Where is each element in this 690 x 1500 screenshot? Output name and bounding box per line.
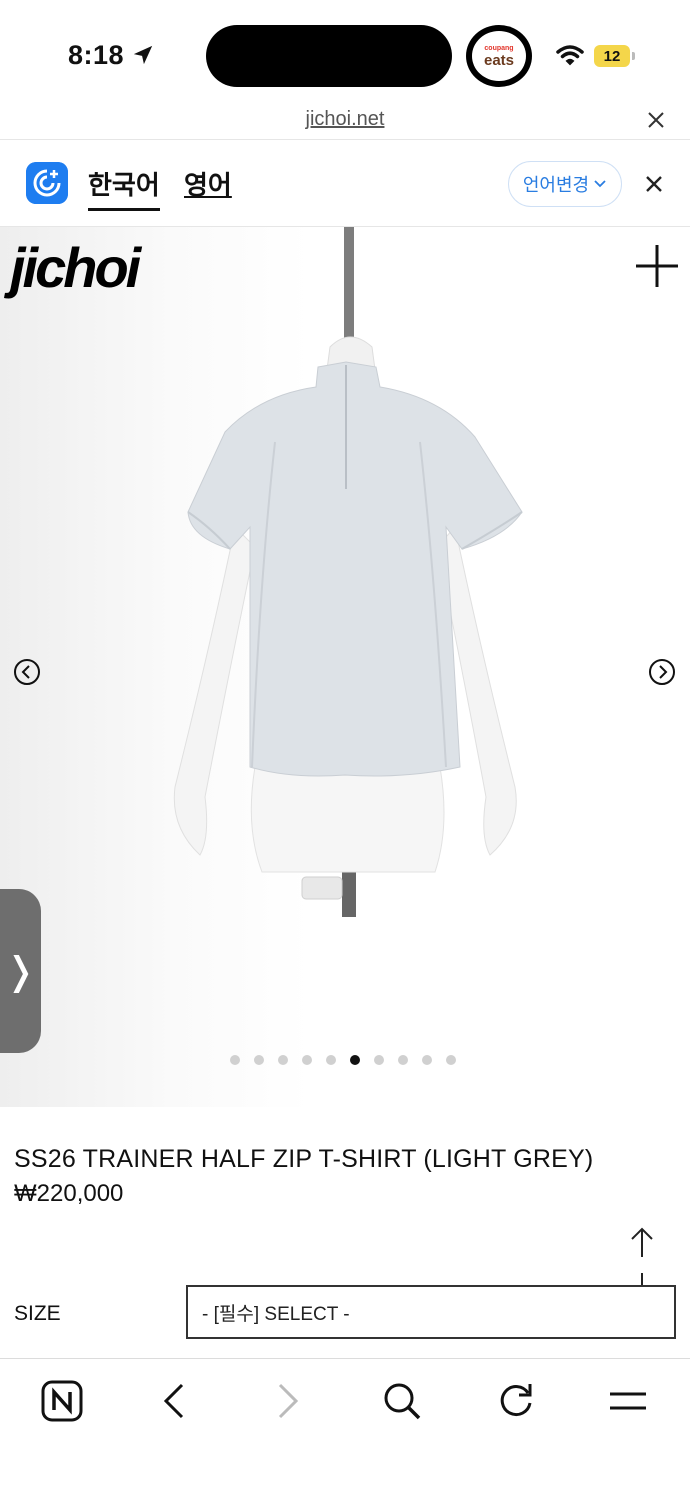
carousel-dot[interactable] xyxy=(374,1055,384,1065)
size-select-value: - [필수] SELECT - xyxy=(202,1303,350,1325)
close-icon[interactable] xyxy=(645,175,663,193)
carousel-dot[interactable] xyxy=(302,1055,312,1065)
carousel-dot[interactable] xyxy=(278,1055,288,1065)
size-label: SIZE xyxy=(14,1302,61,1325)
menu-icon[interactable] xyxy=(606,1379,650,1423)
tab-korean[interactable]: 한국어 xyxy=(88,165,160,211)
plus-icon[interactable] xyxy=(634,243,680,289)
change-language-button[interactable]: 언어변경 xyxy=(508,161,622,207)
product-gallery[interactable]: jichoi ❭ xyxy=(0,227,690,1107)
wifi-icon xyxy=(556,45,584,66)
product-name: SS26 TRAINER HALF ZIP T-SHIRT (LIGHT GRE… xyxy=(14,1145,594,1173)
carousel-dot[interactable] xyxy=(350,1055,360,1065)
size-select[interactable]: - [필수] SELECT - xyxy=(186,1285,676,1339)
battery-indicator: 12 xyxy=(594,45,630,67)
url-bar[interactable]: jichoi.net xyxy=(0,100,690,140)
side-panel-tab[interactable]: ❭ xyxy=(0,889,41,1053)
status-time: 8:18 xyxy=(68,40,125,70)
change-language-label: 언어변경 xyxy=(522,175,590,195)
coupang-eats-badge[interactable]: coupang eats xyxy=(466,25,532,87)
naver-home-icon[interactable] xyxy=(40,1379,84,1423)
back-icon[interactable] xyxy=(152,1379,196,1423)
carousel-dot[interactable] xyxy=(422,1055,432,1065)
status-bar: 8:18 coupang eats 12 xyxy=(0,0,690,108)
carousel-dots[interactable] xyxy=(230,1055,456,1067)
chevron-right-icon: ❭ xyxy=(4,950,37,993)
carousel-dot[interactable] xyxy=(398,1055,408,1065)
carousel-dot[interactable] xyxy=(254,1055,264,1065)
location-arrow-icon xyxy=(133,45,153,65)
eats-big-text: eats xyxy=(483,51,515,69)
reload-icon[interactable] xyxy=(494,1379,538,1423)
chevron-right-circle-icon[interactable] xyxy=(648,658,676,686)
close-icon[interactable] xyxy=(646,110,666,130)
translate-logo-icon xyxy=(26,162,68,204)
chevron-left-circle-icon[interactable] xyxy=(13,658,41,686)
search-icon[interactable] xyxy=(380,1379,424,1423)
url-text[interactable]: jichoi.net xyxy=(0,108,690,131)
product-image xyxy=(173,227,523,917)
carousel-dot[interactable] xyxy=(326,1055,336,1065)
carousel-dot[interactable] xyxy=(230,1055,240,1065)
browser-toolbar xyxy=(0,1358,690,1500)
dynamic-island xyxy=(206,25,452,87)
tab-english[interactable]: 영어 xyxy=(184,165,232,202)
forward-icon[interactable] xyxy=(266,1379,310,1423)
brand-logo[interactable]: jichoi xyxy=(10,235,141,300)
chevron-down-icon xyxy=(594,180,606,188)
battery-cap xyxy=(632,52,635,60)
translate-bar: 한국어 영어 언어변경 xyxy=(0,141,690,227)
product-price: ₩220,000 xyxy=(14,1180,124,1207)
carousel-dot[interactable] xyxy=(446,1055,456,1065)
